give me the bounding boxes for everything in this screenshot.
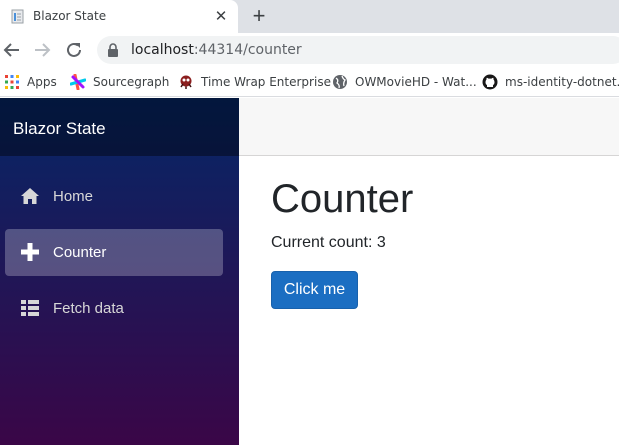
sidebar-item-fetch-data[interactable]: Fetch data: [5, 285, 223, 332]
list-icon: [21, 300, 39, 316]
close-tab-icon[interactable]: ✕: [212, 8, 230, 26]
browser-tabstrip: Blazor State ✕ +: [0, 0, 619, 33]
apps-grid-icon: [5, 75, 19, 89]
sidebar-item-label: Fetch data: [53, 300, 124, 317]
tab-title: Blazor State: [33, 9, 107, 23]
github-icon: [482, 74, 498, 90]
time-wrap-icon: [180, 75, 192, 89]
new-tab-icon[interactable]: +: [248, 5, 270, 27]
sourcegraph-icon: [70, 74, 86, 90]
url-path: :44314/counter: [193, 42, 302, 58]
current-count: Current count: 3: [271, 234, 386, 251]
sidebar-item-counter[interactable]: Counter: [5, 229, 223, 276]
url-host: localhost: [131, 42, 194, 58]
url-text[interactable]: localhost:44314/counter: [131, 42, 302, 58]
browser-toolbar: localhost:44314/counter: [0, 33, 619, 67]
reload-icon[interactable]: [63, 39, 85, 61]
brand-bar: Blazor State: [0, 98, 239, 156]
plus-icon: [21, 243, 39, 261]
main-content: Counter Current count: 3 Click me: [239, 157, 619, 445]
sidebar-item-home[interactable]: Home: [5, 173, 223, 220]
lock-icon[interactable]: [107, 43, 119, 57]
globe-icon: [333, 75, 347, 89]
bookmarks-bar: Apps Sourcegraph Time Wrap Enterprise OW…: [0, 67, 619, 97]
bookmark-label: Time Wrap Enterprise: [201, 75, 331, 89]
bookmark-label: Apps: [27, 75, 57, 89]
home-icon: [21, 188, 39, 204]
back-arrow-icon[interactable]: [1, 39, 23, 61]
app-page: Blazor State Home Counter Fetch data Cou…: [0, 98, 619, 445]
click-me-button[interactable]: Click me: [271, 271, 358, 309]
page-icon: [11, 9, 24, 24]
sidebar-item-label: Home: [53, 188, 94, 205]
sidebar-item-label: Counter: [53, 244, 107, 261]
bookmark-label: Sourcegraph: [93, 75, 170, 89]
forward-arrow-icon[interactable]: [31, 39, 53, 61]
address-bar[interactable]: localhost:44314/counter: [97, 36, 619, 64]
browser-tab[interactable]: Blazor State ✕: [0, 0, 238, 33]
top-row: [239, 98, 619, 156]
sidebar: Blazor State Home Counter Fetch data: [0, 98, 239, 445]
bookmark-label: ms-identity-dotnet...: [505, 75, 619, 89]
app-brand[interactable]: Blazor State: [13, 119, 106, 139]
page-title: Counter: [271, 177, 414, 221]
bookmark-label: OWMovieHD - Wat...: [355, 75, 477, 89]
